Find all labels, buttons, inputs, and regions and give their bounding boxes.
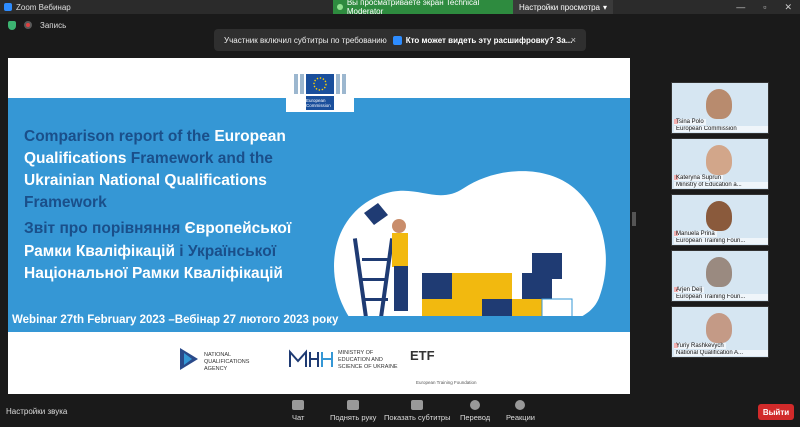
etf-logo-subtitle: European Training Foundation	[416, 380, 477, 385]
record-icon	[24, 21, 32, 29]
participant-org: European Training Foun...	[674, 238, 768, 244]
title-en-line2b: Framework and the	[126, 150, 273, 167]
avatar	[706, 257, 732, 287]
participant-name: Arjen Deij	[674, 287, 705, 293]
show-captions-label: Показать субтитры	[384, 413, 451, 422]
avatar	[706, 89, 732, 119]
puzzle-illustration	[334, 171, 606, 326]
reactions-label: Реакции	[506, 413, 535, 422]
show-captions-button[interactable]: Показать субтитры	[384, 400, 450, 422]
eu-logo-label: European Commission	[306, 98, 331, 108]
title-ua-line2b: і Української	[174, 242, 277, 260]
recording-row: Запись	[0, 16, 66, 34]
screen-share-banner: Вы просматриваете экран Technical Modera…	[333, 0, 513, 16]
shield-icon[interactable]	[8, 20, 16, 30]
etf-logo-text: ETF	[410, 348, 435, 363]
close-captions-notice-icon[interactable]: ×	[571, 35, 576, 45]
participant-name: Yuriy Rashkevych	[674, 343, 726, 349]
chat-icon	[292, 400, 305, 410]
nqa-logo-text: NATIONAL QUALIFICATIONS AGENCY	[204, 352, 250, 372]
ministry-logo-icon	[289, 349, 333, 367]
slide-title-ukrainian: Звіт про порівняння Європейської Рамки К…	[24, 218, 344, 286]
title-en-line4: Framework	[24, 194, 107, 211]
audio-settings-button[interactable]: Настройки звука	[6, 407, 67, 416]
participant-org: European Commission	[674, 126, 768, 132]
participant-org: European Training Foun...	[674, 294, 768, 300]
zoom-icon	[4, 3, 12, 11]
translation-button[interactable]: Перевод	[460, 400, 490, 422]
scroll-handle[interactable]	[632, 212, 636, 226]
smiley-icon	[515, 400, 526, 410]
translation-label: Перевод	[460, 413, 491, 422]
person-icon	[392, 35, 402, 45]
app-title: Zoom Вебинар	[0, 3, 71, 12]
raise-hand-button[interactable]: Поднять руку	[330, 400, 376, 422]
share-dot-icon	[337, 4, 343, 10]
title-en-line2a: Qualifications	[24, 150, 127, 167]
title-ua-line1b: Європейської	[184, 220, 292, 237]
title-en-line1a: Comparison report of the	[24, 128, 215, 145]
participant-tile[interactable]: Manuela Prina European Training Foun...	[671, 194, 769, 246]
participant-org: National Qualification A...	[674, 350, 768, 356]
share-banner-text: Вы просматриваете экран Technical Modera…	[346, 0, 480, 16]
window-controls: — ▫ ✕	[736, 0, 800, 14]
avatar	[706, 201, 732, 231]
participant-tile[interactable]: Tsina Polo European Commission	[671, 82, 769, 134]
cc-icon	[411, 400, 424, 410]
webinar-date: Webinar 27th February 2023 –Вебінар 27 л…	[12, 314, 339, 326]
shared-screen-slide: European Commission Comparison report of…	[8, 58, 630, 394]
recording-label: Запись	[40, 20, 67, 30]
chat-button[interactable]: Чат	[292, 400, 304, 422]
globe-icon	[470, 400, 481, 410]
raise-hand-label: Поднять руку	[330, 413, 377, 422]
title-ua-line2a: Рамки Кваліфікацій	[24, 242, 175, 260]
exit-button[interactable]: Выйти	[758, 404, 794, 420]
title-en-line1b: European	[214, 128, 286, 145]
window-title: Zoom Вебинар	[16, 2, 71, 12]
avatar	[706, 313, 732, 343]
nqa-logo-icon	[180, 348, 198, 370]
participant-tile[interactable]: Arjen Deij European Training Foun...	[671, 250, 769, 302]
chevron-down-icon: ▾	[603, 2, 608, 12]
reactions-button[interactable]: Реакции	[506, 400, 535, 422]
maximize-icon[interactable]: ▫	[763, 2, 766, 12]
title-ua-line3: Національної Рамки Кваліфікацій	[24, 265, 283, 282]
close-icon[interactable]: ✕	[784, 2, 792, 13]
captions-notice: Участник включил субтитры по требованию …	[214, 29, 586, 51]
transcript-question: Кто может видеть эту расшифровку? За...	[405, 35, 573, 45]
slide-title-english: Comparison report of the European Qualif…	[24, 126, 344, 214]
captions-notice-text: Участник включил субтитры по требованию	[224, 35, 387, 45]
participant-name: Tsina Polo	[674, 119, 706, 125]
title-ua-line1a: Звіт про порівняння	[24, 220, 185, 237]
minimize-icon[interactable]: —	[736, 2, 745, 12]
ministry-logo-text: MINISTRY OF EDUCATION AND SCIENCE OF UKR…	[338, 350, 398, 370]
participant-name: Kateryna Suprun	[674, 175, 724, 181]
participant-tile[interactable]: Yuriy Rashkevych National Qualification …	[671, 306, 769, 358]
transcript-visibility-link[interactable]: Кто может видеть эту расшифровку? За...	[392, 35, 573, 45]
meeting-toolbar: Настройки звука Чат Поднять руку Показат…	[0, 396, 800, 427]
view-options-button[interactable]: Настройки просмотра ▾	[513, 0, 613, 14]
title-en-line3: Ukrainian National Qualifications	[24, 172, 267, 189]
participant-org: Ministry of Education a...	[674, 182, 768, 188]
hand-icon	[347, 400, 360, 410]
view-options-label: Настройки просмотра	[518, 2, 600, 12]
chat-label: Чат	[292, 413, 305, 422]
participant-tile[interactable]: Kateryna Suprun Ministry of Education a.…	[671, 138, 769, 190]
avatar	[706, 145, 732, 175]
participant-name: Manuela Prina	[674, 231, 717, 237]
